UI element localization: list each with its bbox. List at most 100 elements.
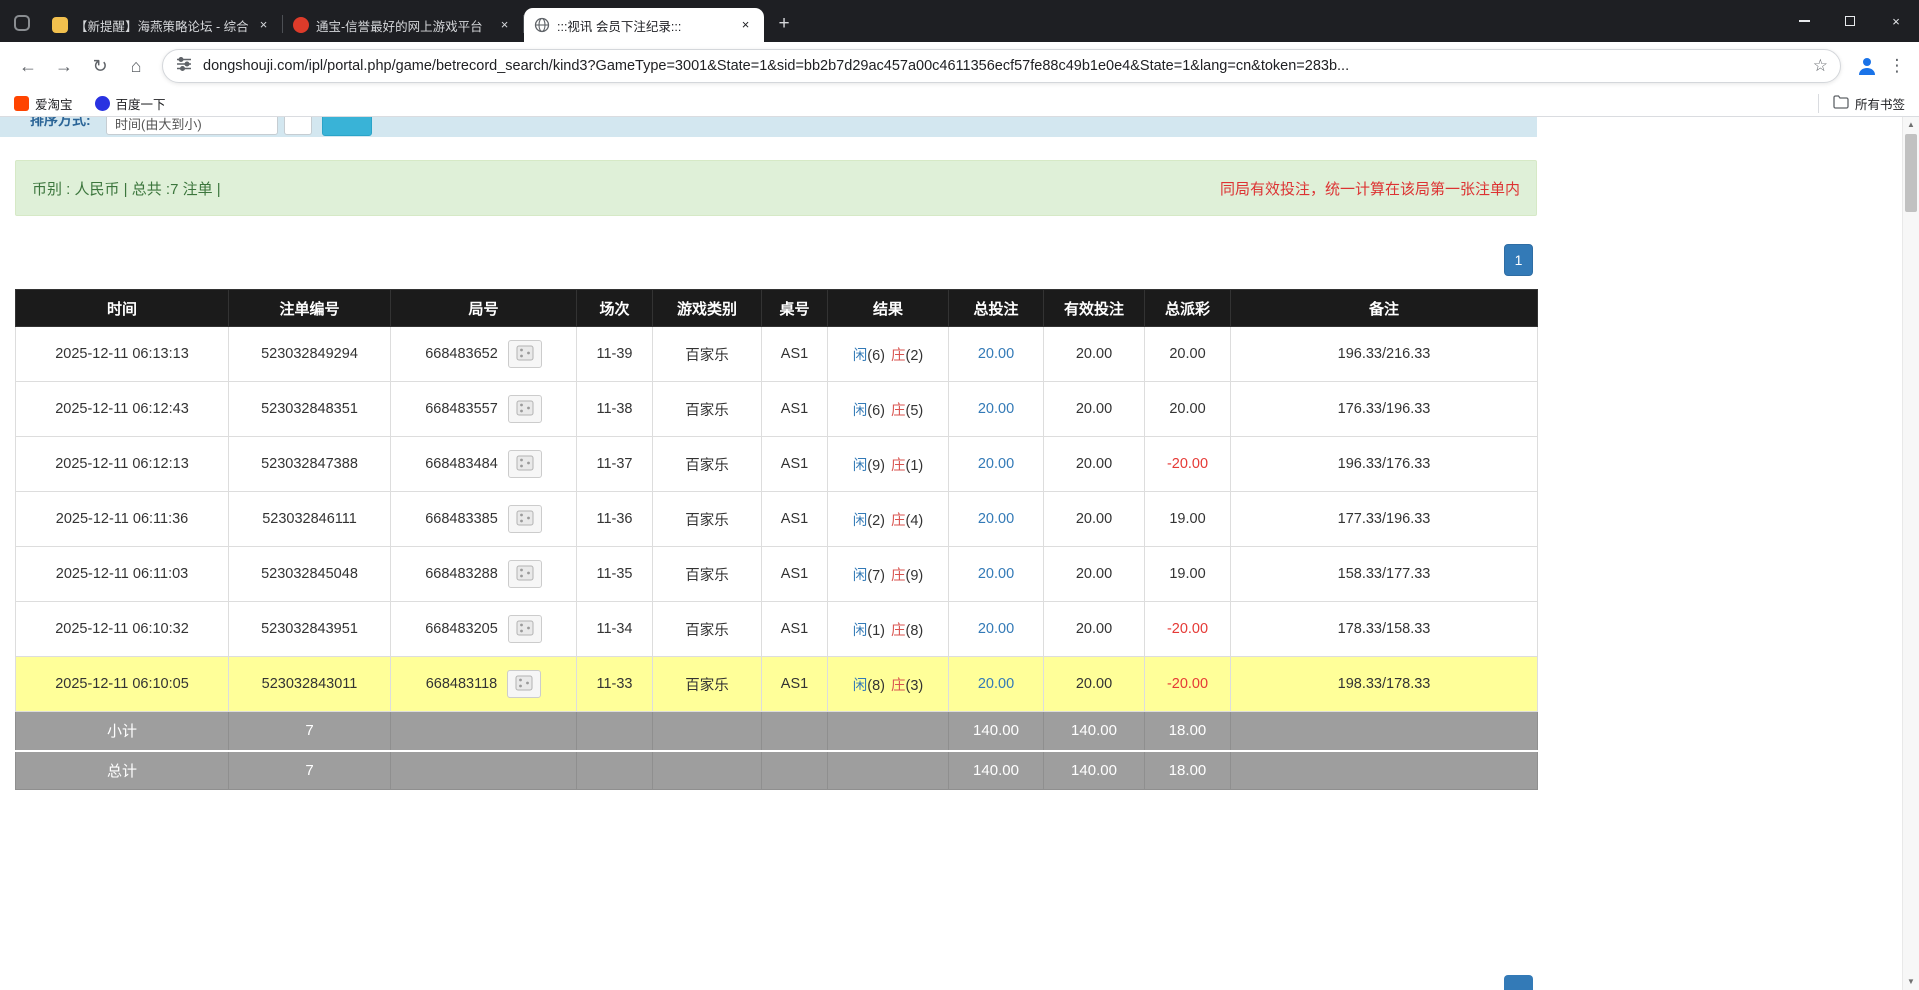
cell-total-bet[interactable]: 20.00 [949,437,1044,492]
round-replay-button[interactable] [508,395,542,423]
dice-icon [516,400,534,419]
result-player-value: (6) [867,403,885,419]
tab-close-icon[interactable]: × [496,17,513,34]
header-session: 场次 [577,290,653,327]
bet-record-row: 2025-12-11 06:10:05523032843011668483118… [16,657,1538,712]
cell-result: 闲(7)庄(9) [828,547,949,602]
cell-result: 闲(1)庄(8) [828,602,949,657]
result-banker-label: 庄 [891,403,906,419]
tab-close-icon[interactable]: × [255,17,272,34]
header-remark: 备注 [1231,290,1538,327]
pagination-bottom-partial[interactable] [1504,975,1533,990]
total-empty [762,751,828,790]
tab1-favicon-icon [52,17,68,33]
round-id-text: 668483557 [425,401,498,417]
browser-menu-icon[interactable]: ⋮ [1885,52,1909,80]
url-text[interactable]: dongshouji.com/ipl/portal.php/game/betre… [203,58,1813,74]
cell-total-bet[interactable]: 20.00 [949,657,1044,712]
maximize-button[interactable] [1827,0,1873,42]
cell-valid-bet: 20.00 [1044,327,1145,382]
header-round-id: 局号 [391,290,577,327]
bet-record-row: 2025-12-11 06:13:13523032849294668483652… [16,327,1538,382]
profile-avatar[interactable] [1853,52,1881,80]
header-total-bet: 总投注 [949,290,1044,327]
round-replay-button[interactable] [508,450,542,478]
tab2-favicon-icon [293,17,309,33]
browser-tab-2[interactable]: 通宝-信誉最好的网上游戏平台 × [283,8,523,42]
result-banker-value: (9) [906,568,924,584]
vertical-scrollbar[interactable]: ▲ ▼ [1902,117,1919,990]
total-label: 总计 [16,751,229,790]
cell-total-bet[interactable]: 20.00 [949,382,1044,437]
cell-game-type: 百家乐 [653,382,762,437]
round-replay-button[interactable] [508,505,542,533]
sort-order-select[interactable]: 时间(由大到小) [106,117,278,135]
address-bar[interactable]: dongshouji.com/ipl/portal.php/game/betre… [162,49,1841,83]
cell-total-bet[interactable]: 20.00 [949,602,1044,657]
cell-total-bet[interactable]: 20.00 [949,547,1044,602]
dice-icon [516,510,534,529]
scrollbar-thumb[interactable] [1905,134,1917,212]
cell-total-bet[interactable]: 20.00 [949,492,1044,547]
bet-records-table: 时间 注单编号 局号 场次 游戏类别 桌号 结果 总投注 有效投注 总派彩 备注… [15,289,1538,790]
round-id-text: 668483118 [426,676,498,692]
cell-time: 2025-12-11 06:12:13 [16,437,229,492]
cell-round-id: 668483118 [391,657,577,712]
result-player-label: 闲 [853,568,868,584]
result-banker-value: (1) [906,458,924,474]
minimize-button[interactable] [1781,0,1827,42]
search-button[interactable] [322,117,372,136]
round-replay-button[interactable] [507,670,541,698]
browser-tab-3-active[interactable]: :::视讯 会员下注纪录::: × [524,8,764,42]
scroll-down-icon[interactable]: ▼ [1903,974,1919,990]
tab-close-icon[interactable]: × [737,17,754,34]
folder-icon [1833,95,1849,112]
subtotal-empty [391,712,577,751]
header-payout: 总派彩 [1145,290,1231,327]
filter-mini-select[interactable] [284,117,312,135]
forward-button[interactable]: → [49,51,79,81]
tab-title: 【新提醒】海燕策略论坛 - 综合 [75,16,248,35]
cell-payout: -20.00 [1145,602,1231,657]
round-replay-button[interactable] [508,340,542,368]
browser-tab-1[interactable]: 【新提醒】海燕策略论坛 - 综合 × [42,8,282,42]
cell-table-no: AS1 [762,492,828,547]
cell-result: 闲(6)庄(2) [828,327,949,382]
cell-bet-id: 523032847388 [229,437,391,492]
site-settings-icon[interactable] [175,55,193,78]
result-player-label: 闲 [853,623,868,639]
cell-bet-id: 523032849294 [229,327,391,382]
cell-remark: 196.33/216.33 [1231,327,1538,382]
total-empty [828,751,949,790]
total-row: 总计 7 140.00 140.00 18.00 [16,751,1538,790]
cell-bet-id: 523032845048 [229,547,391,602]
result-banker-label: 庄 [891,623,906,639]
bookmark-aitaobao[interactable]: 爱淘宝 [14,94,73,113]
cell-payout: 20.00 [1145,382,1231,437]
baidu-icon [95,96,110,111]
close-button[interactable]: × [1873,0,1919,42]
scroll-up-icon[interactable]: ▲ [1903,117,1919,133]
table-header-row: 时间 注单编号 局号 场次 游戏类别 桌号 结果 总投注 有效投注 总派彩 备注 [16,290,1538,327]
cell-remark: 158.33/177.33 [1231,547,1538,602]
total-empty [391,751,577,790]
round-replay-button[interactable] [508,560,542,588]
total-payout: 18.00 [1145,751,1231,790]
new-tab-button[interactable]: + [770,10,798,38]
result-banker-label: 庄 [891,678,906,694]
all-bookmarks-button[interactable]: 所有书签 [1818,94,1905,113]
globe-icon [534,17,550,33]
cell-total-bet[interactable]: 20.00 [949,327,1044,382]
round-replay-button[interactable] [508,615,542,643]
refresh-button[interactable]: ↻ [85,51,115,81]
maximize-icon [1845,16,1855,26]
result-player-label: 闲 [853,513,868,529]
back-button[interactable]: ← [13,51,43,81]
page-1-button[interactable]: 1 [1504,244,1533,276]
bookmark-baidu[interactable]: 百度一下 [95,94,166,113]
cell-result: 闲(6)庄(5) [828,382,949,437]
bookmark-star-icon[interactable]: ☆ [1813,56,1828,76]
cell-bet-id: 523032846111 [229,492,391,547]
result-player-value: (7) [867,568,885,584]
home-button[interactable]: ⌂ [121,51,151,81]
